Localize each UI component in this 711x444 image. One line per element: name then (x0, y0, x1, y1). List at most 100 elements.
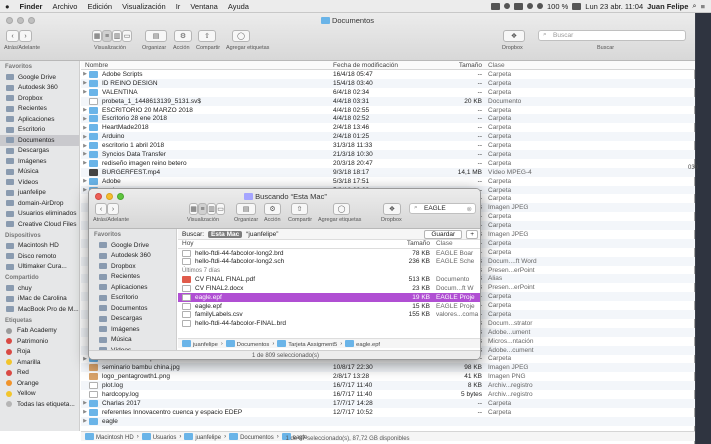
file-row[interactable]: logo_pentagrowth1.png 2/8/17 13:28 41 KB Im… (81, 372, 695, 381)
search-icon[interactable]: ⌕ (692, 1, 696, 11)
result-row[interactable]: eagle.epf 19 KB EAGLE Proje (178, 292, 480, 302)
sidebar-item[interactable]: Red (0, 368, 79, 379)
back-button[interactable]: ‹ (95, 203, 107, 215)
path-segment[interactable]: juanfelipe (182, 339, 218, 348)
menu-visualizacion[interactable]: Visualización (117, 2, 171, 11)
sidebar-item[interactable]: Recientes (0, 104, 79, 115)
file-row[interactable]: ▶ escritorio 1 abril 2018 31/3/18 11:33 -- C… (81, 141, 695, 150)
user-name[interactable]: Juan Felipe (647, 2, 688, 11)
disclosure-triangle-icon[interactable]: ▶ (81, 71, 89, 77)
battery-percent[interactable]: 100 % (547, 2, 568, 11)
disclosure-triangle-icon[interactable]: ▶ (81, 400, 89, 406)
tag-button[interactable]: ◯ (232, 30, 250, 42)
sidebar-item[interactable]: Escritorio (0, 125, 79, 136)
arrange-button[interactable]: ▤ (236, 203, 256, 215)
sidebar-item[interactable]: Orange (0, 378, 79, 389)
forward-button[interactable]: › (107, 203, 119, 215)
dlg-search-field[interactable]: ⌕ EAGLE ⊗ (409, 203, 476, 214)
menu-finder[interactable]: Finder (15, 2, 48, 11)
arrange-button[interactable]: ▤ (145, 30, 167, 42)
sidebar-item[interactable]: Patrimonio (0, 336, 79, 347)
sidebar-item[interactable]: Vídeos (0, 177, 79, 188)
menu-ir[interactable]: Ir (171, 2, 186, 11)
list-view-button[interactable]: ≡ (102, 30, 112, 42)
icon-view-button[interactable]: ▦ (92, 30, 102, 42)
sidebar-item[interactable]: Descargas (0, 146, 79, 157)
wifi-icon[interactable] (537, 3, 544, 9)
clear-search-icon[interactable]: ⊗ (467, 205, 472, 213)
menu-ayuda[interactable]: Ayuda (223, 2, 254, 11)
dlg-col-size[interactable]: Tamaño (398, 240, 436, 247)
sidebar-item[interactable]: iMac de Carolina (0, 294, 79, 305)
scope-this-mac[interactable]: Esta Mac (208, 230, 243, 238)
scope-folder[interactable]: “juanfelipe” (246, 231, 278, 238)
bluetooth-icon[interactable] (527, 3, 534, 9)
file-row[interactable]: seminario bambu china.jpg 10/8/17 22:30 98… (81, 363, 695, 373)
sidebar-item[interactable]: domain-AirDrop (0, 198, 79, 209)
gallery-view-button[interactable]: ▭ (122, 30, 132, 42)
menu-ventana[interactable]: Ventana (185, 2, 223, 11)
disclosure-triangle-icon[interactable]: ▶ (81, 134, 89, 140)
list-view-button[interactable]: ≡ (198, 203, 207, 215)
file-row[interactable]: ▶ Escritorio 28 ene 2018 4/4/18 02:52 -- Car… (81, 114, 695, 124)
dlg-sidebar-item[interactable]: Escritorio (89, 293, 176, 304)
result-row[interactable]: hello-ftdi-44-fabcolor-FINAL.brd (178, 319, 480, 328)
file-row[interactable]: ▶ Charlas 2017 17/7/17 14:28 -- Carpeta (81, 398, 695, 408)
dlg-sidebar-item[interactable]: Documentos (89, 303, 176, 314)
file-row[interactable]: ▶ Adobe 5/3/18 17:51 -- Carpeta (81, 177, 695, 186)
sidebar-item[interactable]: Yellow (0, 389, 79, 400)
menu-list-icon[interactable]: ≡ (701, 2, 705, 11)
icon-view-button[interactable]: ▦ (189, 203, 198, 215)
disclosure-triangle-icon[interactable]: ▶ (81, 116, 89, 122)
disclosure-triangle-icon[interactable]: ▶ (81, 80, 89, 86)
sidebar-item[interactable]: Creative Cloud Files (0, 219, 79, 230)
menu-edicion[interactable]: Edición (82, 2, 117, 11)
menu-archivo[interactable]: Archivo (47, 2, 82, 11)
disclosure-triangle-icon[interactable]: ▶ (81, 107, 89, 113)
column-header-kind[interactable]: Clase (488, 62, 548, 69)
share-button[interactable]: ⇧ (198, 30, 216, 42)
disclosure-triangle-icon[interactable]: ▶ (81, 409, 89, 415)
result-row[interactable]: hello-ftdi-44-fabcolor-long2.sch 236 KB EA… (178, 258, 480, 267)
sidebar-item[interactable]: Documentos (0, 135, 79, 146)
result-row[interactable]: CV FINAL FINAL.pdf 513 KB Documento (178, 275, 480, 284)
dlg-sidebar-item[interactable]: Descargas (89, 314, 176, 325)
sidebar-item[interactable]: juanfelipe (0, 188, 79, 199)
sidebar-item[interactable]: Autodesk 360 (0, 83, 79, 94)
file-row[interactable]: probeta_1_1448613139_5131.sv$ 4/4/18 03:3… (81, 96, 695, 106)
path-segment[interactable]: Documentos (225, 339, 269, 348)
sidebar-item[interactable]: Dropbox (0, 93, 79, 104)
back-button[interactable]: ‹ (6, 30, 19, 42)
status-app-icon[interactable] (491, 2, 501, 10)
status-sync-icon[interactable] (504, 3, 511, 9)
result-row[interactable]: familyLabels.csv 155 KB valores...coma (178, 311, 480, 320)
file-row[interactable]: hardcopy.log 16/7/17 11:40 5 bytes Archiv..… (81, 390, 695, 399)
search-field[interactable]: ⌕ Buscar (538, 30, 686, 41)
result-row[interactable]: CV FINAL2.docx 23 KB Docum...ft W (178, 284, 480, 293)
sidebar-item[interactable]: Ultimaker Cura... (0, 262, 79, 273)
tag-button[interactable]: ◯ (333, 203, 350, 215)
battery-icon[interactable] (572, 2, 582, 10)
sidebar-item[interactable]: chuy (0, 283, 79, 294)
column-header-date[interactable]: Fecha de modificación (333, 62, 436, 69)
result-row[interactable]: eagle.epf 15 KB EAGLE Proje (178, 302, 480, 311)
column-header-name[interactable]: Nombre (81, 62, 333, 69)
action-gear-button[interactable]: ⚙ (264, 203, 281, 215)
sidebar-item[interactable]: Imágenes (0, 156, 79, 167)
forward-button[interactable]: › (19, 30, 32, 42)
sidebar-item[interactable]: MacBook Pro de M... (0, 304, 79, 315)
dropbox-button[interactable]: ❖ (383, 203, 401, 215)
action-gear-button[interactable]: ⚙ (174, 30, 192, 42)
file-row[interactable]: ▶ Adobe Scripts 16/4/18 05:47 -- Carpeta (81, 70, 695, 79)
sidebar-item[interactable]: Música (0, 167, 79, 178)
sidebar-item[interactable]: Roja (0, 347, 79, 358)
sidebar-item[interactable]: Todas las etiqueta... (0, 399, 79, 410)
dlg-sidebar-item[interactable]: Google Drive (89, 240, 176, 251)
dlg-sidebar-item[interactable]: Dropbox (89, 261, 176, 272)
file-row[interactable]: ▶ HeartMade2018 2/4/18 13:46 -- Carpeta (81, 123, 695, 132)
result-row[interactable]: hello-ftdi-44-fabcolor-long2.brd 78 KB EAG… (178, 249, 480, 258)
file-row[interactable]: ▶ rediseño imagen reino betero 20/3/18 20:… (81, 159, 695, 168)
clock[interactable]: Lun 23 abr. 11:04 (585, 2, 643, 11)
disclosure-triangle-icon[interactable]: ▶ (81, 418, 89, 424)
file-row[interactable]: ▶ referentes Innovacentro cuenca y espaci… (81, 408, 695, 417)
